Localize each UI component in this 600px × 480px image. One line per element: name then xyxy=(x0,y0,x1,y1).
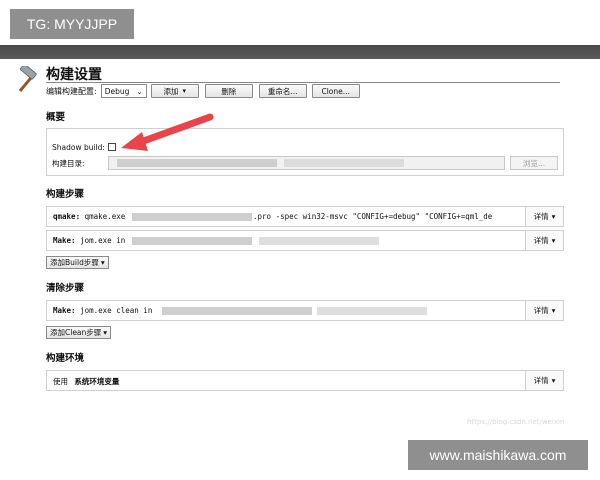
redacted-path xyxy=(162,307,312,315)
add-build-step-label: 添加Build步骤 xyxy=(50,258,99,267)
details-label: 详情 xyxy=(533,236,549,245)
redacted-path xyxy=(259,237,379,245)
step-command: jom.exe clean in xyxy=(80,306,153,315)
build-env-row: 使用 系统环境变量 详情 ▾ xyxy=(46,370,564,391)
shadow-build-label: Shadow build: xyxy=(52,143,105,152)
redacted-path xyxy=(284,159,404,167)
add-config-button[interactable]: 添加 ▾ xyxy=(150,84,199,98)
env-details-button[interactable]: 详情 ▾ xyxy=(525,371,563,390)
dropdown-arrow-icon: ▾ xyxy=(551,236,556,245)
make-details-button[interactable]: 详情 ▾ xyxy=(525,231,563,250)
rename-config-button[interactable]: 重命名... xyxy=(258,84,307,98)
make-step-text: Make: jom.exe in xyxy=(53,236,125,245)
step-prefix: Make: xyxy=(53,236,76,245)
step-command: jom.exe in xyxy=(80,236,126,245)
build-dir-field[interactable] xyxy=(108,156,505,170)
env-value: 系统环境变量 xyxy=(74,377,120,386)
add-config-label: 添加 xyxy=(163,86,179,96)
add-build-step-button[interactable]: 添加Build步骤 ▾ xyxy=(46,256,109,269)
tg-badge: TG: MYYJJPP xyxy=(10,9,134,39)
dropdown-arrow-icon: ▾ xyxy=(103,328,108,337)
dropdown-arrow-icon: ▾ xyxy=(100,258,105,267)
add-clean-step-button[interactable]: 添加Clean步骤 ▾ xyxy=(46,326,112,339)
build-config-toolbar: 编辑构建配置: Debug ⌄ 添加 ▾ 删除 重命名... Clone... xyxy=(46,83,360,99)
dropdown-arrow-icon: ▾ xyxy=(551,212,556,221)
window-top-bar xyxy=(0,45,600,59)
dropdown-arrow-icon: ▾ xyxy=(182,87,186,95)
step-prefix: qmake: xyxy=(53,212,81,221)
details-label: 详情 xyxy=(533,212,549,221)
redacted-path xyxy=(132,237,252,245)
build-dir-label: 构建目录: xyxy=(52,159,85,168)
qmake-details-button[interactable]: 详情 ▾ xyxy=(525,207,563,226)
edit-config-label: 编辑构建配置: xyxy=(46,86,97,96)
step-prefix: Make: xyxy=(53,306,76,315)
page-title: 构建设置 xyxy=(46,67,102,83)
site-watermark: www.maishikawa.com xyxy=(408,440,588,470)
details-label: 详情 xyxy=(533,376,549,385)
step-command: qmake.exe xyxy=(84,212,126,221)
shadow-build-checkbox[interactable] xyxy=(108,143,116,151)
redacted-path xyxy=(132,213,252,221)
details-label: 详情 xyxy=(533,306,549,315)
delete-config-button[interactable]: 删除 xyxy=(204,84,253,98)
dropdown-arrow-icon: ▾ xyxy=(551,376,556,385)
qmake-step-text: qmake: qmake.exe xyxy=(53,212,125,221)
chevron-down-icon: ⌄ xyxy=(136,86,143,96)
clone-config-button[interactable]: Clone... xyxy=(311,84,360,98)
hammer-icon xyxy=(18,66,37,92)
build-env-title: 构建环境 xyxy=(46,353,85,364)
browse-button[interactable]: 浏览... xyxy=(510,156,558,170)
qmake-step-args: .pro -spec win32-msvc "CONFIG+=debug" "C… xyxy=(253,212,493,221)
clean-steps-title: 清除步骤 xyxy=(46,283,85,294)
build-env-text: 使用 系统环境变量 xyxy=(53,376,119,387)
overview-title: 概要 xyxy=(46,112,66,123)
build-steps-title: 构建步骤 xyxy=(46,189,85,200)
config-select[interactable]: Debug ⌄ xyxy=(100,84,147,98)
env-use-label: 使用 xyxy=(53,377,68,386)
blog-watermark: https://blog.csdn.net/weixin xyxy=(467,418,565,426)
clean-step-text: Make: jom.exe clean in xyxy=(53,306,152,315)
make-step-row: Make: jom.exe in 详情 ▾ xyxy=(46,230,564,251)
redacted-path xyxy=(317,307,427,315)
qmake-step-row: qmake: qmake.exe .pro -spec win32-msvc "… xyxy=(46,206,564,227)
config-value: Debug xyxy=(104,86,130,96)
clean-step-row: Make: jom.exe clean in 详情 ▾ xyxy=(46,300,564,321)
red-arrow-annotation xyxy=(121,113,214,151)
dropdown-arrow-icon: ▾ xyxy=(551,306,556,315)
add-clean-step-label: 添加Clean步骤 xyxy=(50,328,102,337)
redacted-path xyxy=(117,159,277,167)
clean-details-button[interactable]: 详情 ▾ xyxy=(525,301,563,320)
